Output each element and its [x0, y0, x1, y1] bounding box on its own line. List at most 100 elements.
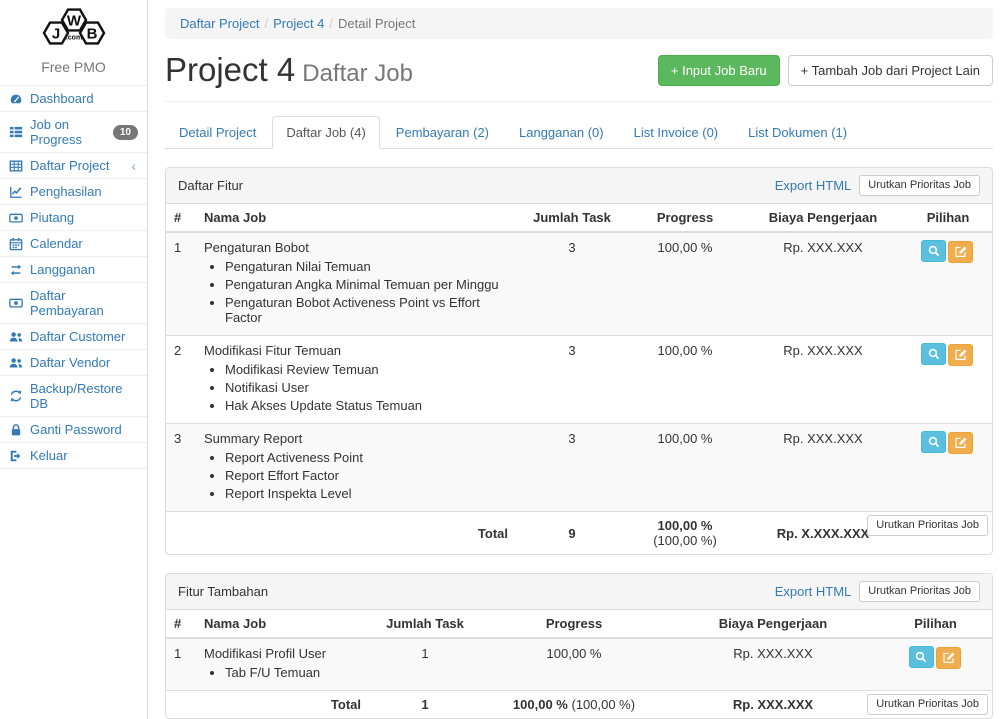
col-progress: Progress	[481, 610, 667, 638]
edit-icon	[942, 651, 955, 664]
task-count: 3	[516, 336, 628, 424]
task-count: 1	[369, 638, 481, 691]
total-row: Total 1 100,00 % (100,00 %) Rp. XXX.XXX …	[166, 691, 992, 719]
progress-value: 100,00 %	[628, 424, 742, 512]
sidebar: W J B .com Free PMO Dashboard	[0, 0, 148, 719]
view-job-button[interactable]	[921, 343, 946, 365]
sidebar-item-daftar-project[interactable]: Daftar Project ‹	[0, 153, 147, 179]
tab-pembayaran[interactable]: Pembayaran (2)	[382, 116, 503, 149]
project-tabs: Detail Project Daftar Job (4) Pembayaran…	[165, 116, 993, 149]
panel-fitur-tambahan: Fitur Tambahan Export HTML Urutkan Prior…	[165, 573, 993, 719]
search-icon	[914, 650, 928, 664]
job-count-badge: 10	[113, 125, 138, 140]
tab-daftar-job[interactable]: Daftar Job (4)	[272, 116, 379, 149]
breadcrumb-daftar-project[interactable]: Daftar Project	[180, 16, 259, 31]
sidebar-item-label: Job on Progress	[30, 117, 106, 147]
sidebar-item-penghasilan[interactable]: Penghasilan	[0, 179, 147, 205]
sidebar-item-label: Daftar Vendor	[30, 355, 110, 370]
edit-icon	[954, 245, 967, 258]
sidebar-item-ganti-password[interactable]: Ganti Password	[0, 417, 147, 443]
sidebar-item-label: Daftar Project	[30, 158, 109, 173]
sidebar-item-label: Calendar	[30, 236, 83, 251]
logo-letter-b: B	[86, 26, 97, 43]
app-name: Free PMO	[0, 57, 147, 85]
urutkan-prioritas-button[interactable]: Urutkan Prioritas Job	[867, 694, 988, 715]
progress-value: 100,00 %	[628, 336, 742, 424]
app-logo: W J B .com	[0, 0, 147, 57]
sidebar-item-label: Ganti Password	[30, 422, 122, 437]
row-num: 2	[166, 336, 196, 424]
calendar-icon	[9, 237, 23, 251]
tab-detail-project[interactable]: Detail Project	[165, 116, 270, 149]
sidebar-item-calendar[interactable]: Calendar	[0, 231, 147, 257]
export-html-link[interactable]: Export HTML	[775, 584, 852, 599]
table-header-row: # Nama Job Jumlah Task Progress Biaya Pe…	[166, 204, 992, 232]
col-pilihan: Pilihan	[879, 610, 992, 638]
breadcrumb-separator: /	[324, 16, 338, 31]
col-nama-job: Nama Job	[196, 204, 516, 232]
tab-list-invoice[interactable]: List Invoice (0)	[620, 116, 733, 149]
sidebar-nav: Dashboard Job on Progress 10 Daftar Proj…	[0, 85, 147, 469]
sidebar-item-backup-restore[interactable]: Backup/Restore DB	[0, 376, 147, 417]
project-title: Project 4	[165, 51, 295, 88]
job-name: Modifikasi Fitur Temuan	[204, 343, 341, 358]
total-progress-value: 100,00 %	[658, 518, 713, 533]
total-tasks: 9	[516, 512, 628, 555]
col-jumlah-task: Jumlah Task	[516, 204, 628, 232]
subtask: Report Activeness Point	[225, 450, 508, 465]
total-progress: 100,00 % (100,00 %)	[481, 691, 667, 719]
panel-daftar-fitur: Daftar Fitur Export HTML Urutkan Priorit…	[165, 167, 993, 555]
edit-job-button[interactable]	[948, 432, 973, 454]
total-progress-note: (100,00 %)	[653, 533, 717, 548]
view-job-button[interactable]	[909, 646, 934, 668]
col-num: #	[166, 204, 196, 232]
money-icon	[9, 211, 23, 225]
edit-job-button[interactable]	[936, 647, 961, 669]
sidebar-item-dashboard[interactable]: Dashboard	[0, 86, 147, 112]
urutkan-prioritas-button[interactable]: Urutkan Prioritas Job	[859, 581, 980, 602]
tambah-job-button[interactable]: + Tambah Job dari Project Lain	[788, 55, 993, 86]
subtask: Pengaturan Angka Minimal Temuan per Ming…	[225, 277, 508, 292]
search-icon	[927, 244, 941, 258]
sidebar-item-daftar-pembayaran[interactable]: Daftar Pembayaran	[0, 283, 147, 324]
line-chart-icon	[9, 185, 23, 199]
export-html-link[interactable]: Export HTML	[775, 178, 852, 193]
table-row: 2 Modifikasi Fitur Temuan Modifikasi Rev…	[166, 336, 992, 424]
total-actions: Urutkan Prioritas Job	[879, 691, 992, 719]
breadcrumb-project-4[interactable]: Project 4	[273, 16, 324, 31]
tab-langganan[interactable]: Langganan (0)	[505, 116, 618, 149]
edit-job-button[interactable]	[948, 344, 973, 366]
panel-heading: Fitur Tambahan Export HTML Urutkan Prior…	[166, 574, 992, 610]
total-tasks: 1	[369, 691, 481, 719]
input-job-baru-button[interactable]: + Input Job Baru	[658, 55, 780, 86]
logo-letter-j: J	[51, 26, 59, 43]
breadcrumb-current: Detail Project	[338, 16, 415, 31]
total-progress: 100,00 % (100,00 %)	[628, 512, 742, 555]
job-name: Modifikasi Profil User	[204, 646, 326, 661]
sidebar-item-langganan[interactable]: Langganan	[0, 257, 147, 283]
sidebar-item-job-on-progress[interactable]: Job on Progress 10	[0, 112, 147, 153]
panel-tools: Export HTML Urutkan Prioritas Job	[775, 581, 980, 602]
jwb-logo-icon: W J B .com	[35, 6, 113, 52]
cost-value: Rp. XXX.XXX	[742, 336, 904, 424]
total-label: Total	[166, 691, 369, 719]
list-icon	[9, 125, 23, 139]
cost-value: Rp. XXX.XXX	[742, 232, 904, 336]
view-job-button[interactable]	[921, 431, 946, 453]
urutkan-prioritas-button[interactable]: Urutkan Prioritas Job	[859, 175, 980, 196]
sidebar-item-daftar-vendor[interactable]: Daftar Vendor	[0, 350, 147, 376]
view-job-button[interactable]	[921, 240, 946, 262]
job-name-cell: Pengaturan Bobot Pengaturan Nilai Temuan…	[196, 232, 516, 336]
row-actions	[904, 232, 992, 336]
sidebar-item-label: Penghasilan	[30, 184, 102, 199]
panel-tools: Export HTML Urutkan Prioritas Job	[775, 175, 980, 196]
col-pilihan: Pilihan	[904, 204, 992, 232]
sidebar-item-piutang[interactable]: Piutang	[0, 205, 147, 231]
edit-job-button[interactable]	[948, 241, 973, 263]
subtask: Hak Akses Update Status Temuan	[225, 398, 508, 413]
sidebar-item-keluar[interactable]: Keluar	[0, 443, 147, 469]
sidebar-item-label: Piutang	[30, 210, 74, 225]
urutkan-prioritas-button[interactable]: Urutkan Prioritas Job	[867, 515, 988, 536]
sidebar-item-daftar-customer[interactable]: Daftar Customer	[0, 324, 147, 350]
tab-list-dokumen[interactable]: List Dokumen (1)	[734, 116, 861, 149]
